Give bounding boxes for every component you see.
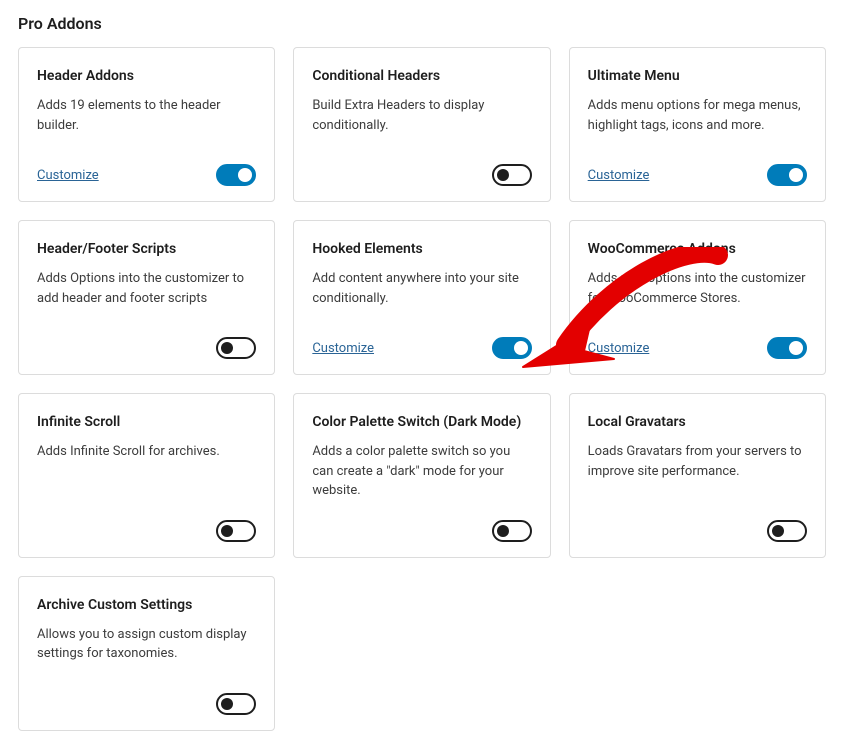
toggle-knob [238, 168, 252, 182]
addon-card: WooCommerce Addons Adds new options into … [569, 220, 826, 375]
toggle-knob [789, 341, 803, 355]
addon-card: Conditional Headers Build Extra Headers t… [293, 47, 550, 202]
addon-title: Header/Footer Scripts [37, 241, 256, 257]
toggle-knob [221, 342, 233, 354]
customize-link[interactable]: Customize [37, 168, 99, 183]
addon-footer: Customize [312, 336, 531, 360]
toggle-knob [789, 168, 803, 182]
addon-card: Color Palette Switch (Dark Mode) Adds a c… [293, 393, 550, 558]
addon-footer [37, 336, 256, 360]
addon-card: Archive Custom Settings Allows you to ass… [18, 576, 275, 731]
customize-link[interactable]: Customize [312, 341, 374, 356]
addon-toggle[interactable] [492, 520, 532, 542]
toggle-knob [221, 698, 233, 710]
toggle-knob [772, 525, 784, 537]
addons-grid: Header Addons Adds 19 elements to the hea… [18, 47, 826, 731]
addon-description: Add content anywhere into your site cond… [312, 269, 531, 318]
addon-description: Adds a color palette switch so you can c… [312, 442, 531, 501]
addon-title: Archive Custom Settings [37, 597, 256, 613]
addon-card: Hooked Elements Add content anywhere into… [293, 220, 550, 375]
toggle-knob [497, 169, 509, 181]
addon-description: Adds Infinite Scroll for archives. [37, 442, 256, 501]
addon-toggle[interactable] [216, 164, 256, 186]
addon-footer [312, 519, 531, 543]
section-title: Pro Addons [18, 14, 826, 33]
customize-link[interactable]: Customize [588, 168, 650, 183]
addon-footer [588, 519, 807, 543]
addon-title: Infinite Scroll [37, 414, 256, 430]
addon-card: Ultimate Menu Adds menu options for mega … [569, 47, 826, 202]
addon-title: Local Gravatars [588, 414, 807, 430]
addon-title: Color Palette Switch (Dark Mode) [312, 414, 531, 430]
addon-footer [312, 163, 531, 187]
addon-title: Hooked Elements [312, 241, 531, 257]
addon-card: Infinite Scroll Adds Infinite Scroll for … [18, 393, 275, 558]
addon-footer [37, 519, 256, 543]
addon-toggle[interactable] [492, 164, 532, 186]
addon-card: Header/Footer Scripts Adds Options into t… [18, 220, 275, 375]
addon-toggle[interactable] [767, 337, 807, 359]
addon-description: Loads Gravatars from your servers to imp… [588, 442, 807, 501]
addon-description: Adds menu options for mega menus, highli… [588, 96, 807, 145]
addon-title: Conditional Headers [312, 68, 531, 84]
toggle-knob [514, 341, 528, 355]
addon-title: Header Addons [37, 68, 256, 84]
addon-footer: Customize [37, 163, 256, 187]
addon-footer: Customize [588, 163, 807, 187]
addon-footer [37, 692, 256, 716]
addon-title: Ultimate Menu [588, 68, 807, 84]
addon-card: Local Gravatars Loads Gravatars from your… [569, 393, 826, 558]
addon-toggle[interactable] [767, 164, 807, 186]
addon-toggle[interactable] [216, 693, 256, 715]
customize-link[interactable]: Customize [588, 341, 650, 356]
addon-description: Adds Options into the customizer to add … [37, 269, 256, 318]
toggle-knob [497, 525, 509, 537]
addon-description: Adds new options into the customizer for… [588, 269, 807, 318]
toggle-knob [221, 525, 233, 537]
addon-description: Build Extra Headers to display condition… [312, 96, 531, 145]
addon-title: WooCommerce Addons [588, 241, 807, 257]
addon-toggle[interactable] [767, 520, 807, 542]
addon-toggle[interactable] [492, 337, 532, 359]
addon-footer: Customize [588, 336, 807, 360]
addon-toggle[interactable] [216, 520, 256, 542]
addon-description: Adds 19 elements to the header builder. [37, 96, 256, 145]
addon-toggle[interactable] [216, 337, 256, 359]
addon-card: Header Addons Adds 19 elements to the hea… [18, 47, 275, 202]
addon-description: Allows you to assign custom display sett… [37, 625, 256, 674]
